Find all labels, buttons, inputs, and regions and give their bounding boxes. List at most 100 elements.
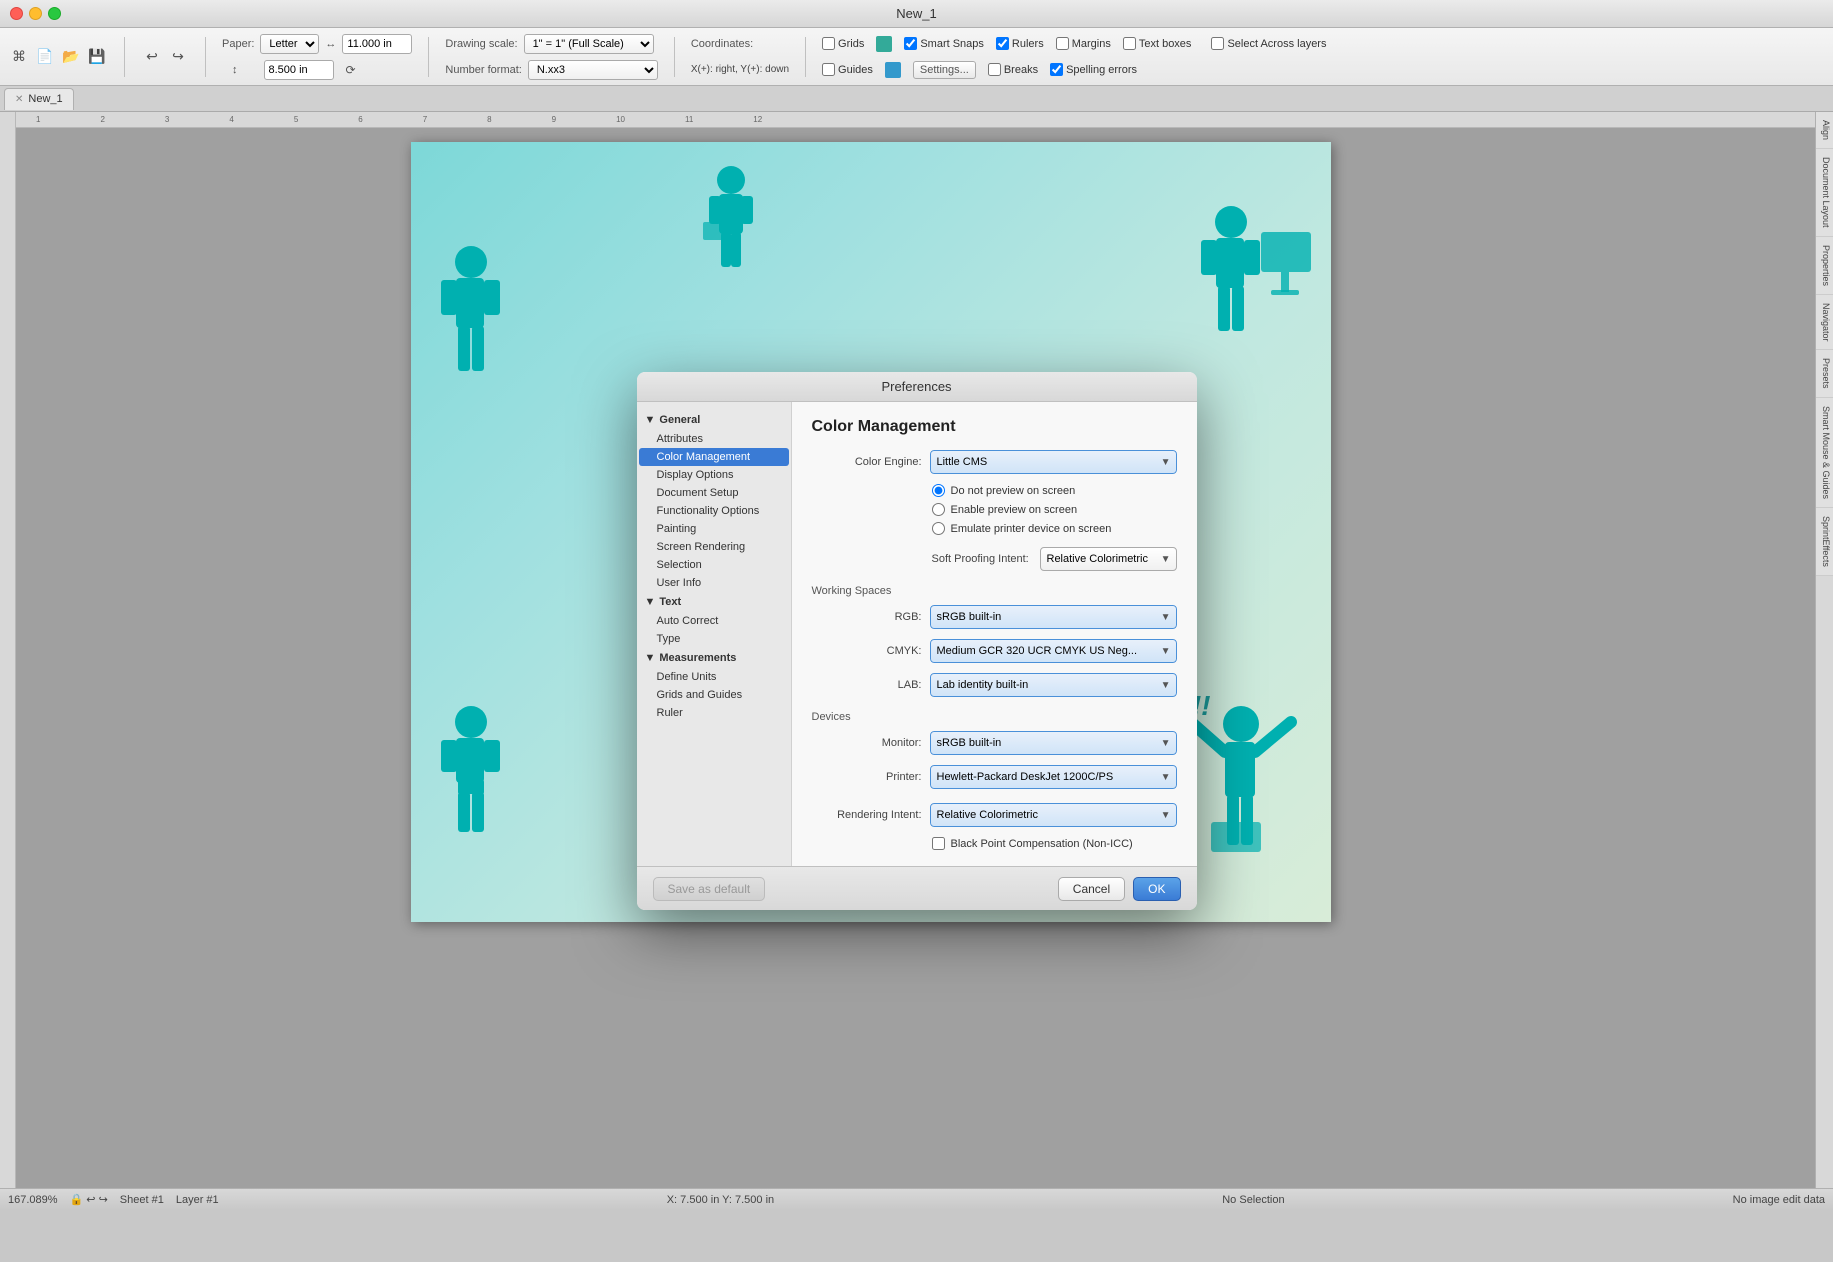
working-spaces-label: Working Spaces (812, 585, 1177, 597)
icon-apple-menu[interactable]: ⌘ (8, 46, 30, 68)
select-across-layers-checkbox[interactable] (1211, 37, 1224, 50)
rendering-intent-label: Rendering Intent: (812, 809, 922, 821)
tab-new1[interactable]: ✕ New_1 (4, 88, 74, 110)
monitor-select-wrapper[interactable]: sRGB built-in ▼ (930, 731, 1177, 755)
tab-close-icon[interactable]: ✕ (15, 94, 23, 105)
sidebar-item-screen-rendering[interactable]: Screen Rendering (637, 538, 791, 556)
printer-select[interactable]: Hewlett-Packard DeskJet 1200C/PS (930, 765, 1177, 789)
ok-button[interactable]: OK (1133, 877, 1180, 901)
content-title: Color Management (812, 418, 1177, 436)
cmyk-select[interactable]: Medium GCR 320 UCR CMYK US Neg... (930, 639, 1177, 663)
icon-save[interactable]: 💾 (86, 46, 108, 68)
radio-no-preview[interactable]: Do not preview on screen (812, 484, 1177, 497)
sidebar-section-general[interactable]: ▼ General (637, 410, 791, 430)
main-canvas-area: 1 2 3 4 5 6 7 8 9 10 11 12 (0, 112, 1833, 1210)
sidebar-item-grids-guides[interactable]: Grids and Guides (637, 686, 791, 704)
close-button[interactable] (10, 7, 23, 20)
black-point-checkbox[interactable] (932, 837, 945, 850)
guides-checkbox-group[interactable]: Guides (822, 63, 873, 76)
paper-width-input[interactable]: 11.000 in (342, 34, 412, 54)
textboxes-checkbox-group[interactable]: Text boxes (1123, 37, 1192, 50)
breaks-checkbox-group[interactable]: Breaks (988, 63, 1038, 76)
radio-no-preview-input[interactable] (932, 484, 945, 497)
number-format-select[interactable]: N.xx3 (528, 60, 658, 80)
divider-4 (674, 37, 675, 77)
guides-color-icon[interactable] (885, 62, 901, 78)
smart-snaps-checkbox-group[interactable]: Smart Snaps (904, 37, 984, 50)
sidebar-item-ruler[interactable]: Ruler (637, 704, 791, 722)
sidebar-item-auto-correct[interactable]: Auto Correct (637, 612, 791, 630)
icon-redo[interactable]: ↪ (167, 46, 189, 68)
soft-proofing-select[interactable]: Relative Colorimetric (1040, 547, 1177, 571)
sidebar-item-type[interactable]: Type (637, 630, 791, 648)
canvas-background: 1 2 3 4 5 6 7 8 9 10 11 12 (0, 112, 1833, 1210)
select-across-layers-group[interactable]: Select Across layers (1211, 37, 1326, 50)
spelling-errors-checkbox[interactable] (1050, 63, 1063, 76)
textboxes-checkbox[interactable] (1123, 37, 1136, 50)
rendering-intent-select-wrapper[interactable]: Relative Colorimetric ▼ (930, 803, 1177, 827)
radio-enable-preview[interactable]: Enable preview on screen (812, 503, 1177, 516)
settings-button[interactable]: Settings... (913, 61, 976, 79)
save-default-button[interactable]: Save as default (653, 877, 766, 901)
guides-checkbox[interactable] (822, 63, 835, 76)
minimize-button[interactable] (29, 7, 42, 20)
coordinates-label: Coordinates: (691, 38, 753, 50)
maximize-button[interactable] (48, 7, 61, 20)
soft-proofing-label: Soft Proofing Intent: (932, 553, 1032, 565)
icon-undo[interactable]: ↩ (141, 46, 163, 68)
grids-checkbox-group[interactable]: Grids (822, 37, 864, 50)
devices-label: Devices (812, 711, 1177, 723)
grids-checkbox[interactable] (822, 37, 835, 50)
radio-enable-preview-input[interactable] (932, 503, 945, 516)
printer-select-wrapper[interactable]: Hewlett-Packard DeskJet 1200C/PS ▼ (930, 765, 1177, 789)
margins-label: Margins (1072, 38, 1111, 50)
drawing-scale-select[interactable]: 1" = 1" (Full Scale) (524, 34, 654, 54)
sidebar-item-user-info[interactable]: User Info (637, 574, 791, 592)
breaks-checkbox[interactable] (988, 63, 1001, 76)
margins-checkbox[interactable] (1056, 37, 1069, 50)
sidebar-item-color-management[interactable]: Color Management (639, 448, 789, 466)
devices-section: Devices Monitor: sRGB built-in ▼ (812, 711, 1177, 789)
icon-open[interactable]: 📂 (60, 46, 82, 68)
sidebar-section-text[interactable]: ▼ Text (637, 592, 791, 612)
rgb-select[interactable]: sRGB built-in (930, 605, 1177, 629)
sidebar-item-attributes[interactable]: Attributes (637, 430, 791, 448)
paper-settings: Paper: Letter ↔ 11.000 in ↕ 8.500 in ⟳ (222, 32, 412, 82)
cancel-button[interactable]: Cancel (1058, 877, 1125, 901)
icon-refresh[interactable]: ⟳ (340, 59, 362, 81)
paper-height-input[interactable]: 8.500 in (264, 60, 334, 80)
sidebar-item-document-setup[interactable]: Document Setup (637, 484, 791, 502)
sidebar-item-selection[interactable]: Selection (637, 556, 791, 574)
sidebar-item-functionality-options[interactable]: Functionality Options (637, 502, 791, 520)
lab-select-wrapper[interactable]: Lab identity built-in ▼ (930, 673, 1177, 697)
soft-proofing-select-wrapper[interactable]: Relative Colorimetric ▼ (1040, 547, 1177, 571)
rulers-checkbox[interactable] (996, 37, 1009, 50)
margins-checkbox-group[interactable]: Margins (1056, 37, 1111, 50)
lab-select[interactable]: Lab identity built-in (930, 673, 1177, 697)
dialog-footer: Save as default Cancel OK (637, 866, 1197, 910)
cmyk-select-wrapper[interactable]: Medium GCR 320 UCR CMYK US Neg... ▼ (930, 639, 1177, 663)
sidebar-item-define-units[interactable]: Define Units (637, 668, 791, 686)
grids-color-icon[interactable] (876, 36, 892, 52)
monitor-select[interactable]: sRGB built-in (930, 731, 1177, 755)
cmyk-row: CMYK: Medium GCR 320 UCR CMYK US Neg... … (812, 639, 1177, 663)
sidebar-section-measurements[interactable]: ▼ Measurements (637, 648, 791, 668)
radio-emulate-printer[interactable]: Emulate printer device on screen (812, 522, 1177, 535)
guides-label: Guides (838, 64, 873, 76)
rgb-select-wrapper[interactable]: sRGB built-in ▼ (930, 605, 1177, 629)
rgb-label: RGB: (812, 611, 922, 623)
rulers-checkbox-group[interactable]: Rulers (996, 37, 1044, 50)
radio-emulate-printer-input[interactable] (932, 522, 945, 535)
paper-select[interactable]: Letter (260, 34, 319, 54)
sidebar-item-display-options[interactable]: Display Options (637, 466, 791, 484)
color-engine-select-wrapper[interactable]: Little CMS ▼ (930, 450, 1177, 474)
divider-1 (124, 37, 125, 77)
number-format-label: Number format: (445, 64, 521, 76)
smart-snaps-checkbox[interactable] (904, 37, 917, 50)
icon-new[interactable]: 📄 (34, 46, 56, 68)
rendering-intent-select[interactable]: Relative Colorimetric (930, 803, 1177, 827)
grids-label: Grids (838, 38, 864, 50)
spelling-errors-checkbox-group[interactable]: Spelling errors (1050, 63, 1137, 76)
color-engine-select[interactable]: Little CMS (930, 450, 1177, 474)
sidebar-item-painting[interactable]: Painting (637, 520, 791, 538)
